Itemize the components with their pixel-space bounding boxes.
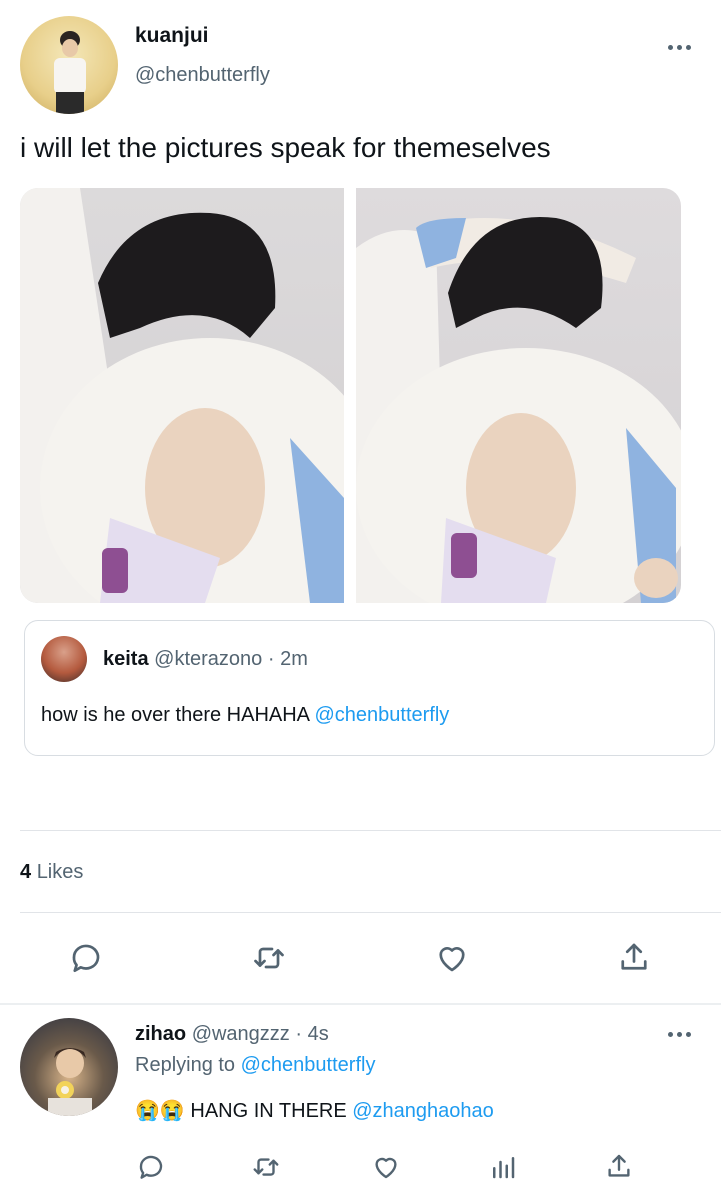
author-avatar-figure [54,31,86,114]
retweet-icon[interactable] [250,940,288,976]
speech-bubble-icon[interactable] [136,1152,166,1182]
reply-text-body: HANG IN THERE [184,1100,353,1122]
quoted-text-body: how is he over there HAHAHA [41,704,315,726]
tweet-text: i will let the pictures speak for themes… [20,132,551,163]
heart-icon[interactable] [370,1152,402,1182]
divider-top [20,830,721,831]
replying-to-line: Replying to @chenbutterfly [135,1054,375,1077]
author-avatar[interactable] [20,16,118,114]
reply-mention-link[interactable]: @zhanghaohao [352,1100,494,1122]
quoted-tweet-card[interactable]: keita @kterazono · 2m how is he over the… [24,620,715,756]
quoted-mention-link[interactable]: @chenbutterfly [314,704,449,726]
share-icon[interactable] [616,938,652,976]
author-handle[interactable]: @chenbutterfly [135,64,270,87]
speech-bubble-icon[interactable] [68,940,104,976]
reply-author-name[interactable]: zihao [135,1023,186,1045]
quoted-author-avatar[interactable] [41,636,87,682]
tweet-photo-1[interactable] [20,188,344,603]
section-separator [0,1003,721,1005]
divider-stats [20,912,721,913]
replying-prefix: Replying to [135,1054,241,1076]
quoted-author-name[interactable]: keita [103,648,149,670]
reply-author-handle[interactable]: @wangzzz [192,1023,290,1045]
heart-icon[interactable] [433,940,471,976]
retweet-icon[interactable] [250,1152,282,1182]
reply-avatar-figure [48,1048,92,1116]
reply-timestamp[interactable]: 4s [308,1023,329,1045]
crying-emoji: 😭😭 [135,1100,185,1122]
quoted-tweet-text: how is he over there HAHAHA @chenbutterf… [41,704,449,727]
author-name[interactable]: kuanjui [135,24,209,48]
quoted-author-handle[interactable]: @kterazono [154,648,262,670]
reply-separator: · [295,1023,303,1045]
likes-label[interactable]: Likes [37,861,84,883]
share-icon[interactable] [604,1150,634,1182]
reply-author-avatar[interactable] [20,1018,118,1116]
photo-2-figure [356,216,681,603]
reply-text: 😭😭 HANG IN THERE @zhanghaohao [135,1098,494,1123]
quoted-separator: · [267,648,275,670]
analytics-icon[interactable] [488,1152,518,1182]
more-dots-icon[interactable] [668,45,691,50]
quoted-timestamp[interactable]: 2m [280,648,308,670]
replying-to-link[interactable]: @chenbutterfly [241,1054,376,1076]
likes-count[interactable]: 4 [20,861,31,883]
photo-1-figure [20,188,344,603]
tweet-photo-2[interactable] [356,188,681,603]
more-dots-icon[interactable] [668,1032,691,1037]
